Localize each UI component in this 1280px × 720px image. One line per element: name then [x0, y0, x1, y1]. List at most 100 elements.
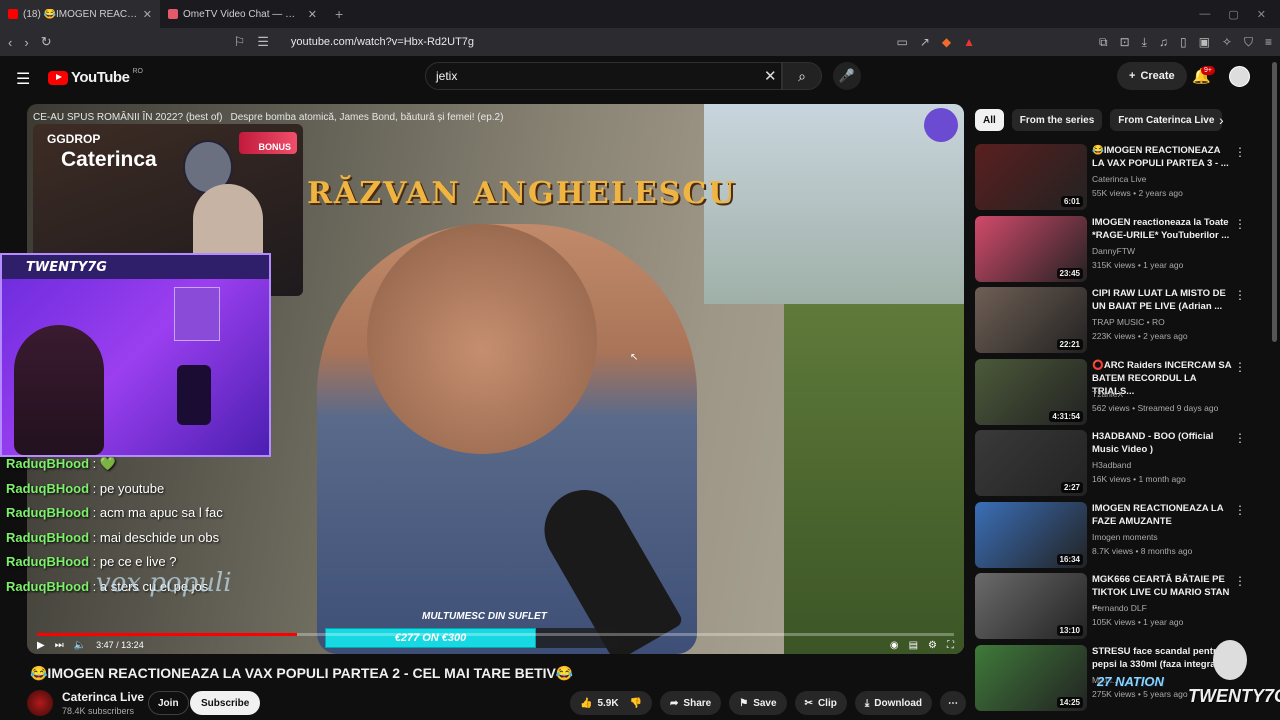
channel-watermark-icon[interactable]	[924, 108, 958, 142]
subtitles-icon[interactable]: ▤	[909, 640, 918, 651]
clip-button[interactable]: ✂ Clip	[794, 691, 847, 715]
recommendation-title[interactable]: 😂IMOGEN REACTIONEAZA LA VAX POPULI PARTE…	[1092, 144, 1232, 170]
chip-all[interactable]: All	[975, 109, 1004, 131]
site-settings-icon[interactable]: ☰	[257, 34, 269, 50]
cam2-poster	[174, 287, 220, 341]
page-scrollbar[interactable]	[1272, 62, 1277, 342]
recommendation-title[interactable]: CIPI RAW LUAT LA MISTO DE UN BAIAT PE LI…	[1092, 287, 1232, 313]
fullscreen-icon[interactable]: ⛶	[947, 640, 954, 651]
recommendation-channel[interactable]: TzanleX	[1092, 389, 1123, 399]
youtube-logo[interactable]: YouTube RO	[48, 68, 143, 86]
thumbnail[interactable]: 2:27	[975, 430, 1087, 496]
thumbnail[interactable]: 16:34	[975, 502, 1087, 568]
recommendation-item[interactable]: 22:21 CIPI RAW LUAT LA MISTO DE UN BAIAT …	[975, 287, 1265, 353]
like-button[interactable]: 👍 5.9K 👎	[570, 691, 653, 715]
browser-menu-icon[interactable]: ≡	[1265, 35, 1272, 50]
recommendation-channel[interactable]: TRAP MUSIC • RO	[1092, 317, 1165, 327]
share-button[interactable]: ➦ Share	[660, 691, 722, 715]
next-icon[interactable]: ⏭	[55, 640, 64, 651]
recommendation-title[interactable]: H3ADBAND - BOO (Official Music Video )	[1092, 430, 1232, 456]
sidebar-icon[interactable]: ▯	[1180, 35, 1187, 50]
close-tab-icon[interactable]: ✕	[308, 8, 317, 21]
thumbnail[interactable]: 14:25	[975, 645, 1087, 711]
autoplay-toggle-icon[interactable]: ◉	[890, 640, 899, 651]
subscribe-button[interactable]: Subscribe	[190, 691, 261, 715]
play-icon[interactable]: ▶	[37, 640, 45, 651]
chevron-right-icon[interactable]: ›	[1219, 112, 1224, 128]
recommendation-title[interactable]: STRESU face scandal pentru pepsi la 330m…	[1092, 645, 1232, 671]
tab-ometv[interactable]: OmeTV Video Chat — Omegle R... ✕	[160, 0, 325, 28]
more-vert-icon[interactable]: ⋮	[1234, 360, 1246, 374]
recommendation-item[interactable]: 13:10 MGK666 CEARTĂ BĂTAIE PE TIKTOK LIVE…	[975, 573, 1265, 639]
download-button[interactable]: ⤓ Download	[854, 691, 933, 715]
recommendation-item[interactable]: 23:45 IMOGEN reactioneaza la Toate *RAGE-…	[975, 216, 1265, 282]
back-icon[interactable]: ‹	[8, 35, 12, 50]
recommendation-channel[interactable]: Imogen moments	[1092, 532, 1158, 542]
url-field[interactable]: youtube.com/watch?v=Hbx-Rd2UT7g	[291, 36, 474, 48]
chip-from-channel[interactable]: From Caterinca Live	[1110, 109, 1223, 131]
more-vert-icon[interactable]: ⋮	[1234, 503, 1246, 517]
reload-icon[interactable]: ↻	[41, 34, 52, 50]
video-overlay-title-2: Despre bomba atomică, James Bond, băutur…	[230, 112, 504, 123]
screenshot-icon[interactable]: ▭	[896, 35, 907, 50]
maximize-icon[interactable]: ▢	[1228, 8, 1238, 21]
thumbnail[interactable]: 23:45	[975, 216, 1087, 282]
wallet-icon[interactable]: ▣	[1199, 35, 1210, 50]
tab-youtube[interactable]: (18) 😂IMOGEN REACTIONE... ✕	[0, 0, 160, 28]
youtube-header: ☰ YouTube RO jetix ✕ ⌕ 🎤 + Create 🔔	[0, 56, 1280, 98]
more-vert-icon[interactable]: ⋮	[1234, 217, 1246, 231]
share-page-icon[interactable]: ↗	[920, 35, 930, 50]
close-icon[interactable]: ✕	[764, 67, 777, 85]
close-tab-icon[interactable]: ✕	[143, 8, 152, 21]
rewards-icon[interactable]: ▲	[963, 35, 975, 50]
search-icon[interactable]: ⌕	[782, 62, 822, 90]
recommendation-item[interactable]: 16:34 IMOGEN REACTIONEAZA LA FAZE AMUZANT…	[975, 502, 1265, 568]
new-tab-button[interactable]: +	[325, 6, 353, 22]
recommendation-channel[interactable]: DannyFTW	[1092, 246, 1135, 256]
thumbnail[interactable]: 4:31:54	[975, 359, 1087, 425]
vpn-icon[interactable]: ⛉	[1244, 35, 1253, 50]
more-vert-icon[interactable]: ⋮	[1234, 288, 1246, 302]
extensions-icon[interactable]: ⧉	[1099, 35, 1108, 50]
recommendation-item[interactable]: 2:27 H3ADBAND - BOO (Official Music Video…	[975, 430, 1265, 496]
channel-avatar[interactable]	[27, 690, 53, 716]
tab-search-icon[interactable]: ⊡	[1120, 35, 1130, 50]
minimize-icon[interactable]: —	[1199, 8, 1210, 21]
forward-icon[interactable]: ›	[24, 35, 28, 50]
more-vert-icon[interactable]: ⋮	[1234, 431, 1246, 445]
dislike-icon[interactable]: 👎	[630, 698, 642, 709]
chip-from-series[interactable]: From the series	[1011, 109, 1103, 131]
join-button[interactable]: Join	[148, 691, 189, 715]
downloads-icon[interactable]: ⤓	[1142, 35, 1147, 50]
thumbnail[interactable]: 22:21	[975, 287, 1087, 353]
settings-icon[interactable]: ⚙	[928, 640, 937, 651]
brave-shield-icon[interactable]: ◆	[942, 35, 951, 50]
channel-name[interactable]: Caterinca Live	[62, 690, 144, 704]
duration-badge: 2:27	[1060, 482, 1083, 493]
more-vert-icon[interactable]: ⋮	[1234, 145, 1246, 159]
avatar[interactable]	[1229, 66, 1250, 87]
recommendation-title[interactable]: IMOGEN REACTIONEAZA LA FAZE AMUZANTE	[1092, 502, 1232, 528]
recommendation-item[interactable]: 4:31:54 ⭕ARC Raiders INCERCAM SA BATEM RE…	[975, 359, 1265, 425]
thumbnail[interactable]: 13:10	[975, 573, 1087, 639]
recommendation-title[interactable]: IMOGEN reactioneaza la Toate *RAGE-URILE…	[1092, 216, 1232, 242]
create-button[interactable]: + Create	[1117, 62, 1187, 90]
recommendation-channel[interactable]: Caterinca Live	[1092, 174, 1146, 184]
leo-icon[interactable]: ✧	[1222, 35, 1232, 50]
recommendation-meta: 562 views • Streamed 9 days ago	[1092, 403, 1219, 413]
recommendation-item[interactable]: 6:01 😂IMOGEN REACTIONEAZA LA VAX POPULI P…	[975, 144, 1265, 210]
mic-icon[interactable]: 🎤	[833, 62, 861, 90]
video-progress-bar[interactable]	[37, 633, 954, 636]
menu-icon[interactable]: ☰	[16, 69, 30, 89]
media-icon[interactable]: ♫	[1159, 35, 1168, 50]
save-button[interactable]: ⚑ Save	[729, 691, 787, 715]
bookmark-icon[interactable]: ⚐	[234, 34, 246, 50]
recommendation-channel[interactable]: Fernando DLF	[1092, 603, 1147, 613]
more-vert-icon[interactable]: ⋮	[1234, 574, 1246, 588]
volume-icon[interactable]: 🔈	[74, 640, 86, 651]
more-icon[interactable]: ⋯	[940, 691, 967, 715]
recommendation-channel[interactable]: H3adband	[1092, 460, 1131, 470]
close-window-icon[interactable]: ✕	[1257, 8, 1266, 21]
thumbnail[interactable]: 6:01	[975, 144, 1087, 210]
search-input[interactable]: jetix	[425, 62, 782, 90]
